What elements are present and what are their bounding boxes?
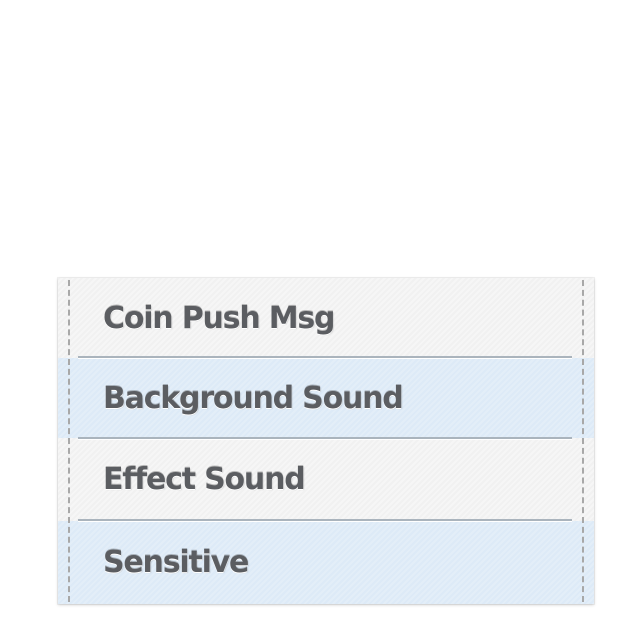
setting-row-sensitive[interactable]: Sensitive bbox=[58, 521, 594, 604]
left-stitch-border bbox=[68, 280, 70, 602]
setting-row-coin-push-msg[interactable]: Coin Push Msg bbox=[58, 278, 594, 358]
row-divider bbox=[78, 437, 572, 440]
settings-panel: Coin Push Msg Background Sound Effect So… bbox=[58, 278, 594, 604]
row-divider bbox=[78, 356, 572, 359]
setting-row-background-sound[interactable]: Background Sound bbox=[58, 358, 594, 438]
setting-row-effect-sound[interactable]: Effect Sound bbox=[58, 439, 594, 519]
row-divider bbox=[78, 519, 572, 522]
right-stitch-border bbox=[582, 280, 584, 602]
setting-label-sensitive: Sensitive bbox=[103, 545, 249, 580]
setting-label-effect-sound: Effect Sound bbox=[103, 461, 306, 497]
setting-label-coin-push-msg: Coin Push Msg bbox=[103, 300, 336, 336]
setting-label-background-sound: Background Sound bbox=[103, 380, 404, 416]
